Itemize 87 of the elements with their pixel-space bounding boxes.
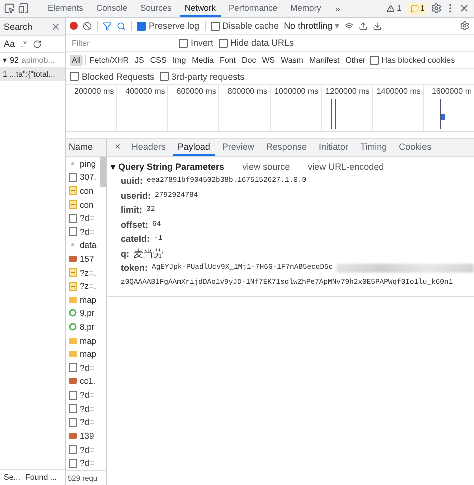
- type-filter[interactable]: Doc: [240, 54, 258, 66]
- type-filter[interactable]: JS: [133, 54, 146, 66]
- request-name[interactable]: data: [80, 240, 97, 250]
- checkbox[interactable]: Blocked Requests: [70, 72, 155, 82]
- request-name[interactable]: map: [80, 349, 97, 360]
- throttling-select[interactable]: No throttling ▾: [284, 21, 340, 31]
- checkbox[interactable]: 3rd-party requests: [160, 72, 245, 82]
- type-filter[interactable]: WS: [260, 54, 278, 66]
- request-name[interactable]: ping: [80, 158, 96, 169]
- type-filter[interactable]: Img: [170, 54, 188, 66]
- search-option[interactable]: Aa: [4, 39, 16, 49]
- checkbox[interactable]: Preserve log: [137, 21, 200, 31]
- request-name[interactable]: ?d=: [80, 417, 94, 428]
- request-name[interactable]: ?d=: [80, 444, 94, 454]
- type-filter[interactable]: Wasm: [279, 54, 306, 66]
- detail-tab[interactable]: Preview: [217, 139, 260, 156]
- param-key: token:: [121, 263, 148, 274]
- param-key: userid:: [121, 190, 152, 201]
- request-name[interactable]: 139: [80, 430, 94, 441]
- request-name[interactable]: 307.: [80, 172, 97, 182]
- request-name[interactable]: 157: [80, 254, 94, 264]
- panel-tab[interactable]: Elements: [43, 0, 88, 17]
- panel-tab[interactable]: Console: [91, 0, 133, 17]
- request-name[interactable]: ?d=: [80, 404, 94, 414]
- time-tick: 200000 ms: [74, 87, 114, 97]
- view-link[interactable]: view source: [242, 162, 290, 172]
- request-name[interactable]: ?d=: [80, 390, 94, 400]
- panel-tab[interactable]: Memory: [286, 0, 326, 17]
- detail-tab[interactable]: Headers: [126, 139, 171, 156]
- checkbox[interactable]: Disable cache: [210, 21, 280, 31]
- request-name[interactable]: 8.pr: [80, 322, 95, 332]
- type-filter[interactable]: CSS: [148, 54, 169, 66]
- request-name[interactable]: 9.pr: [80, 308, 95, 318]
- more-tabs[interactable]: »: [329, 4, 346, 14]
- search-option[interactable]: .*: [21, 39, 28, 49]
- time-tick: 1400000 ms: [376, 87, 421, 97]
- status-text: Se...: [4, 473, 20, 482]
- search-match[interactable]: 1 ...ta":{"total...: [0, 67, 65, 81]
- time-tick: 400000 ms: [126, 87, 166, 97]
- detail-tab[interactable]: Initiator: [314, 139, 354, 156]
- section-title[interactable]: ▾ Query String Parameters: [111, 162, 225, 172]
- view-link[interactable]: view URL-encoded: [308, 162, 384, 172]
- detail-tab[interactable]: Payload: [172, 139, 216, 156]
- request-name[interactable]: cc1.: [80, 376, 96, 386]
- request-name[interactable]: ?d=: [80, 226, 94, 237]
- request-name[interactable]: ?z=.: [80, 281, 96, 292]
- request-name[interactable]: con: [80, 186, 94, 196]
- type-filter[interactable]: Media: [190, 54, 216, 66]
- request-name[interactable]: ?d=: [80, 458, 94, 468]
- param-key: cateId:: [121, 234, 150, 244]
- issues-badge[interactable]: 1: [408, 2, 428, 14]
- request-name[interactable]: ?z=.: [80, 268, 96, 278]
- search-result[interactable]: ▾ 92 apimob...: [0, 53, 65, 67]
- time-tick: 600000 ms: [176, 87, 216, 97]
- close-button[interactable]: ×: [111, 142, 125, 153]
- param-key: limit:: [121, 205, 142, 216]
- param-key: q:: [121, 248, 130, 259]
- type-filter[interactable]: All: [70, 54, 83, 66]
- panel-tab[interactable]: Performance: [224, 0, 283, 17]
- type-filter[interactable]: Manifest: [307, 54, 342, 66]
- request-name[interactable]: ?d=: [80, 213, 94, 224]
- column-header: Name: [66, 139, 106, 157]
- type-filter[interactable]: Other: [344, 54, 368, 66]
- request-name[interactable]: con: [80, 200, 94, 210]
- panel-tab[interactable]: Network: [180, 0, 221, 17]
- warning-badge[interactable]: 1: [384, 2, 405, 14]
- checkbox[interactable]: Has blocked cookies: [370, 56, 456, 64]
- param-key: offset:: [121, 220, 148, 230]
- checkbox[interactable]: Invert: [179, 38, 214, 48]
- request-name[interactable]: ?d=: [80, 362, 94, 373]
- request-name[interactable]: map: [80, 294, 97, 305]
- time-tick: 800000 ms: [228, 87, 268, 97]
- detail-tab[interactable]: Response: [261, 139, 312, 156]
- time-tick: 1600000 m: [432, 87, 472, 97]
- checkbox[interactable]: Hide data URLs: [218, 38, 294, 48]
- type-filter[interactable]: Fetch/XHR: [88, 54, 132, 66]
- type-filter[interactable]: Font: [218, 54, 238, 66]
- request-name[interactable]: map: [80, 336, 97, 346]
- param-value: 麦当劳: [134, 248, 164, 261]
- param-key: uuid:: [121, 176, 143, 186]
- panel-tab[interactable]: Sources: [136, 0, 177, 17]
- detail-tab[interactable]: Timing: [355, 139, 392, 156]
- time-tick: 1200000 ms: [326, 87, 370, 97]
- search-title: Search: [4, 22, 33, 32]
- status-text: Found ...: [25, 473, 58, 482]
- detail-tab[interactable]: Cookies: [394, 139, 437, 156]
- time-tick: 1000000 ms: [274, 87, 319, 97]
